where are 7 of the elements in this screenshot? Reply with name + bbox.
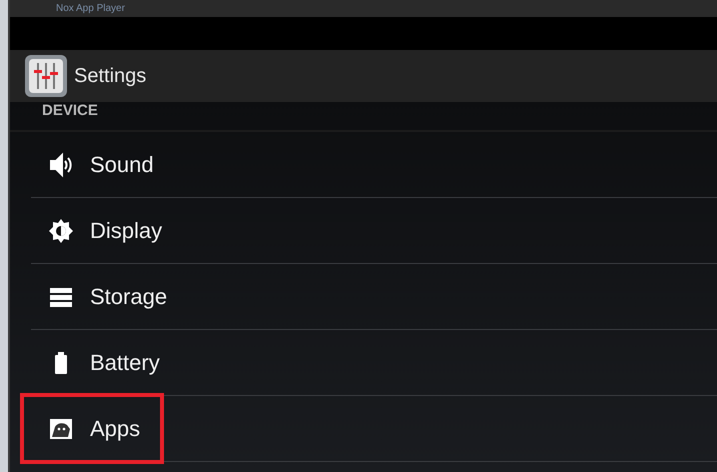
section-header: DEVICE bbox=[42, 102, 98, 119]
speaker-icon bbox=[48, 152, 74, 178]
brightness-icon bbox=[48, 218, 74, 244]
settings-item[interactable]: Apps bbox=[20, 393, 164, 464]
screen-title: Settings bbox=[74, 64, 146, 88]
window-title: Nox App Player bbox=[56, 4, 125, 14]
equalizer-icon[interactable] bbox=[24, 54, 68, 98]
